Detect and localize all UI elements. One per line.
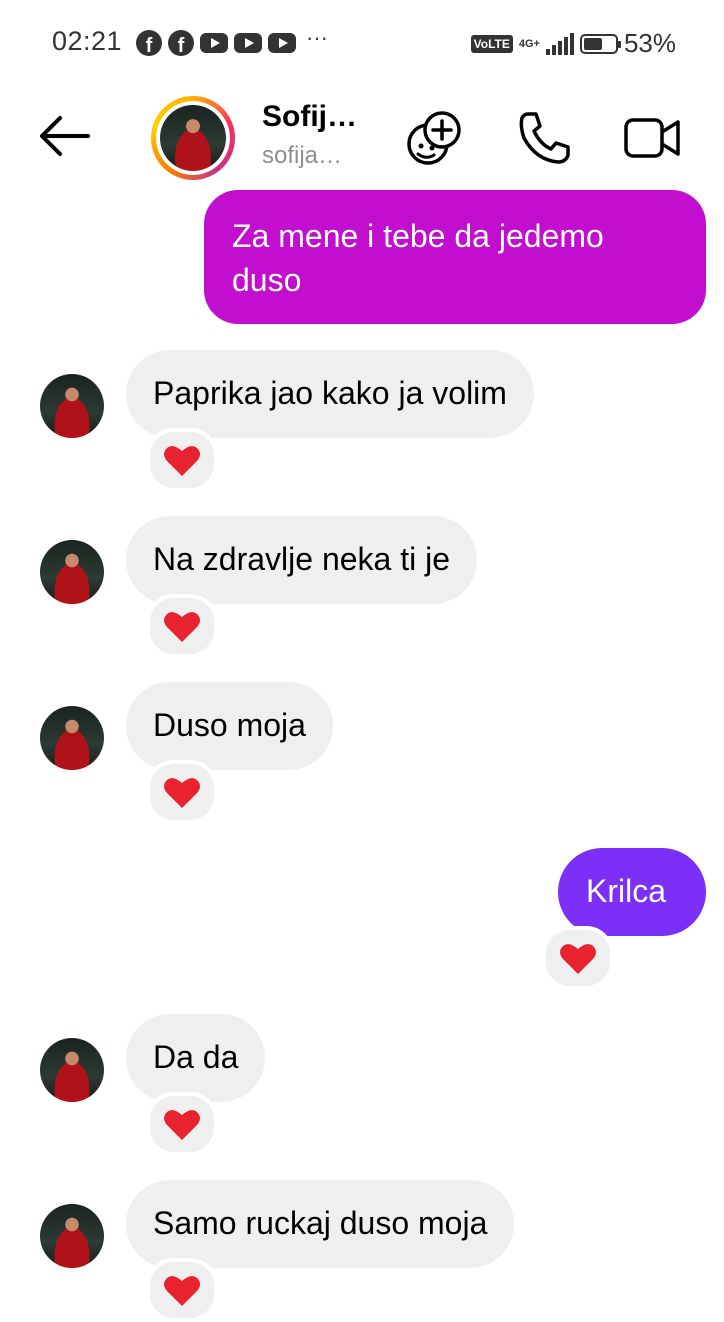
phone-call-icon[interactable] [514,108,574,168]
message-text: Za mene i tebe da jedemo duso [232,218,604,298]
incoming-message[interactable]: Na zdravlje neka ti je [126,516,478,604]
effects-icon[interactable] [404,108,464,168]
sender-avatar[interactable] [40,1204,104,1268]
reaction[interactable] [542,926,614,990]
incoming-message[interactable]: Samo ruckaj duso moja [126,1180,515,1268]
message-text: Krilca [586,873,667,909]
outgoing-message[interactable]: Krilca [558,848,706,936]
sender-avatar[interactable] [40,706,104,770]
reaction[interactable] [146,1258,218,1322]
reaction[interactable] [146,428,218,492]
youtube-icon [234,33,262,53]
incoming-message[interactable]: Paprika jao kako ja volim [126,350,534,438]
more-notifications-icon: ··· [306,25,328,50]
chat-header: Sofij… sofija… [0,84,724,194]
battery-percentage: 53% [623,28,676,58]
reaction[interactable] [146,1092,218,1156]
battery-icon [579,33,621,54]
status-bar: 02:21 f f ··· VoLTE 4G+ 53% [0,0,724,84]
back-arrow-icon[interactable] [36,112,92,160]
sender-avatar[interactable] [40,1038,104,1102]
youtube-icon [200,33,228,53]
heart-icon [164,778,200,808]
heart-icon [164,1110,200,1140]
heart-icon [164,1276,200,1306]
heart-icon [164,612,200,642]
contact-avatar[interactable] [151,96,235,180]
heart-icon [164,446,200,476]
youtube-icon [268,33,296,53]
status-time: 02:21 [52,26,123,56]
facebook-icon: f [168,30,194,56]
incoming-message[interactable]: Duso moja [126,682,333,770]
reaction[interactable] [146,594,218,658]
system-icons: VoLTE 4G+ 53% [470,28,676,59]
outgoing-message[interactable]: Za mene i tebe da jedemo duso [204,190,706,324]
facebook-icon: f [136,30,162,56]
heart-icon [560,944,596,974]
notification-icons: f f ··· [136,25,328,56]
message-text: Paprika jao kako ja volim [153,375,507,411]
contact-name[interactable]: Sofij… [262,100,357,134]
message-text: Na zdravlje neka ti je [153,541,451,577]
message-text: Duso moja [153,707,306,743]
sender-avatar[interactable] [40,374,104,438]
sender-avatar[interactable] [40,540,104,604]
contact-username[interactable]: sofija… [262,142,342,170]
message-text: Samo ruckaj duso moja [153,1205,488,1241]
incoming-message[interactable]: Da da [126,1014,266,1102]
video-call-icon[interactable] [622,108,682,168]
network-type-icon: 4G+ [518,37,540,50]
reaction[interactable] [146,760,218,824]
message-text: Da da [153,1039,239,1075]
signal-icon [545,32,574,55]
volte-icon: VoLTE [470,34,513,53]
